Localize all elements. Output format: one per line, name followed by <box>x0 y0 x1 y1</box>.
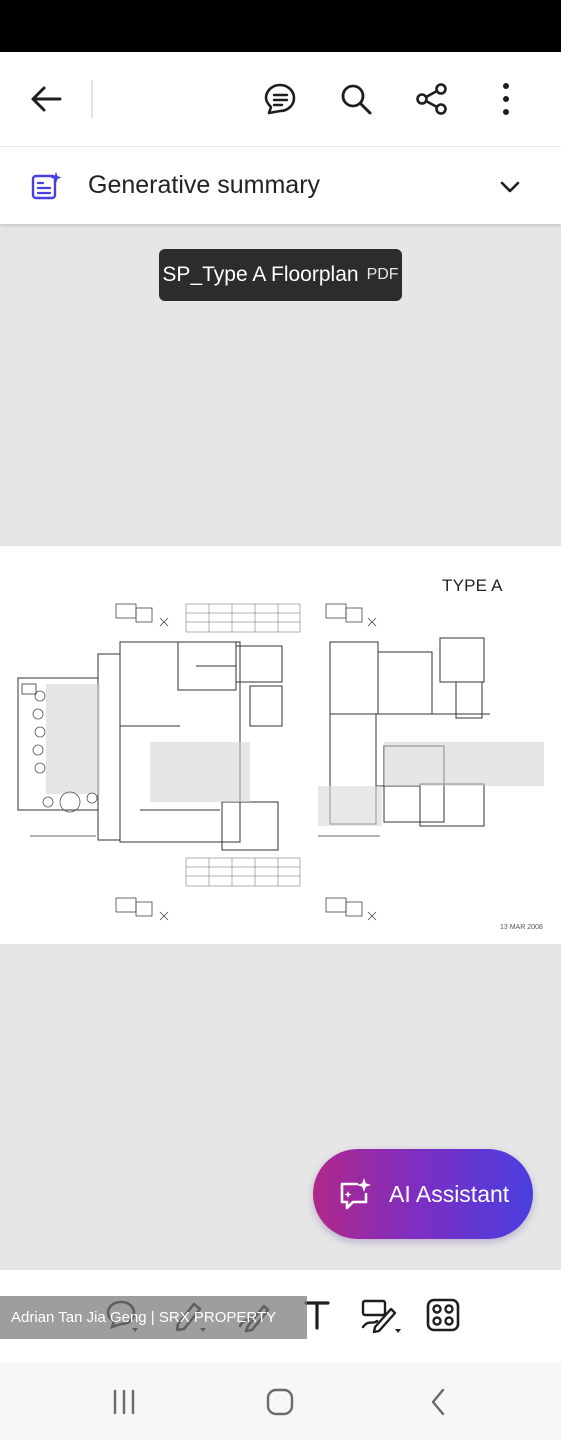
key-plan-bottom-right <box>325 897 377 921</box>
more-vertical-icon <box>503 83 509 115</box>
top-toolbar <box>0 52 561 146</box>
toolbar-divider <box>91 80 93 118</box>
unit-table-bottom-left <box>185 857 301 887</box>
status-bar <box>0 0 561 52</box>
lift-box <box>21 683 37 695</box>
home-icon <box>266 1388 294 1416</box>
key-plan-top-left <box>115 603 169 627</box>
fill-sign-tool-button[interactable] <box>356 1290 406 1340</box>
recents-icon <box>113 1389 135 1415</box>
share-button[interactable] <box>408 76 456 122</box>
pdf-viewer-screen: Generative summary SP_Type A Floorplan P… <box>0 0 561 1440</box>
all-tools-button[interactable] <box>418 1290 468 1340</box>
upper-living-hatch <box>384 742 544 786</box>
generative-summary-icon <box>31 172 62 200</box>
chevron-down-icon[interactable] <box>494 171 526 203</box>
document-type: PDF <box>366 266 399 283</box>
system-back-button[interactable] <box>408 1380 468 1424</box>
balcony-hatch <box>318 786 382 826</box>
key-plan-bottom-left <box>115 897 169 921</box>
document-name-tag: SP_Type A Floorplan PDF <box>159 249 402 301</box>
floorplan-date: 13 MAR 2008 <box>500 924 543 931</box>
more-options-button[interactable] <box>486 76 526 122</box>
ai-assistant-button[interactable]: AI Assistant <box>313 1149 533 1239</box>
system-navigation-bar <box>0 1362 561 1440</box>
ai-assistant-icon <box>340 1178 371 1210</box>
more-tools-icon <box>426 1298 460 1332</box>
watermark: Adrian Tan Jia Geng | SRX PROPERTY <box>0 1296 307 1339</box>
ai-assistant-label: AI Assistant <box>389 1180 510 1207</box>
back-button[interactable] <box>22 76 70 122</box>
back-arrow-icon <box>31 86 62 112</box>
share-icon <box>416 83 447 115</box>
search-button[interactable] <box>332 76 380 122</box>
unit-table-top-left <box>185 603 301 633</box>
generative-summary-title: Generative summary <box>88 171 321 199</box>
fill-sign-icon <box>361 1299 401 1334</box>
comments-button[interactable] <box>256 76 304 122</box>
back-icon <box>431 1388 445 1416</box>
watermark-text: Adrian Tan Jia Geng | SRX PROPERTY <box>11 1309 277 1326</box>
key-plan-top-right <box>325 603 377 627</box>
document-name: SP_Type A Floorplan <box>162 263 359 286</box>
pdf-page[interactable]: TYPE A 13 MAR 2008 <box>0 546 561 944</box>
garden-hatch <box>46 684 100 794</box>
home-button[interactable] <box>250 1380 310 1424</box>
generative-summary-bar[interactable]: Generative summary <box>0 146 561 224</box>
living-hatch <box>150 742 250 802</box>
recents-button[interactable] <box>94 1380 154 1424</box>
search-icon <box>341 84 372 115</box>
comment-list-icon <box>264 83 296 115</box>
floorplan-drawing <box>17 603 544 921</box>
